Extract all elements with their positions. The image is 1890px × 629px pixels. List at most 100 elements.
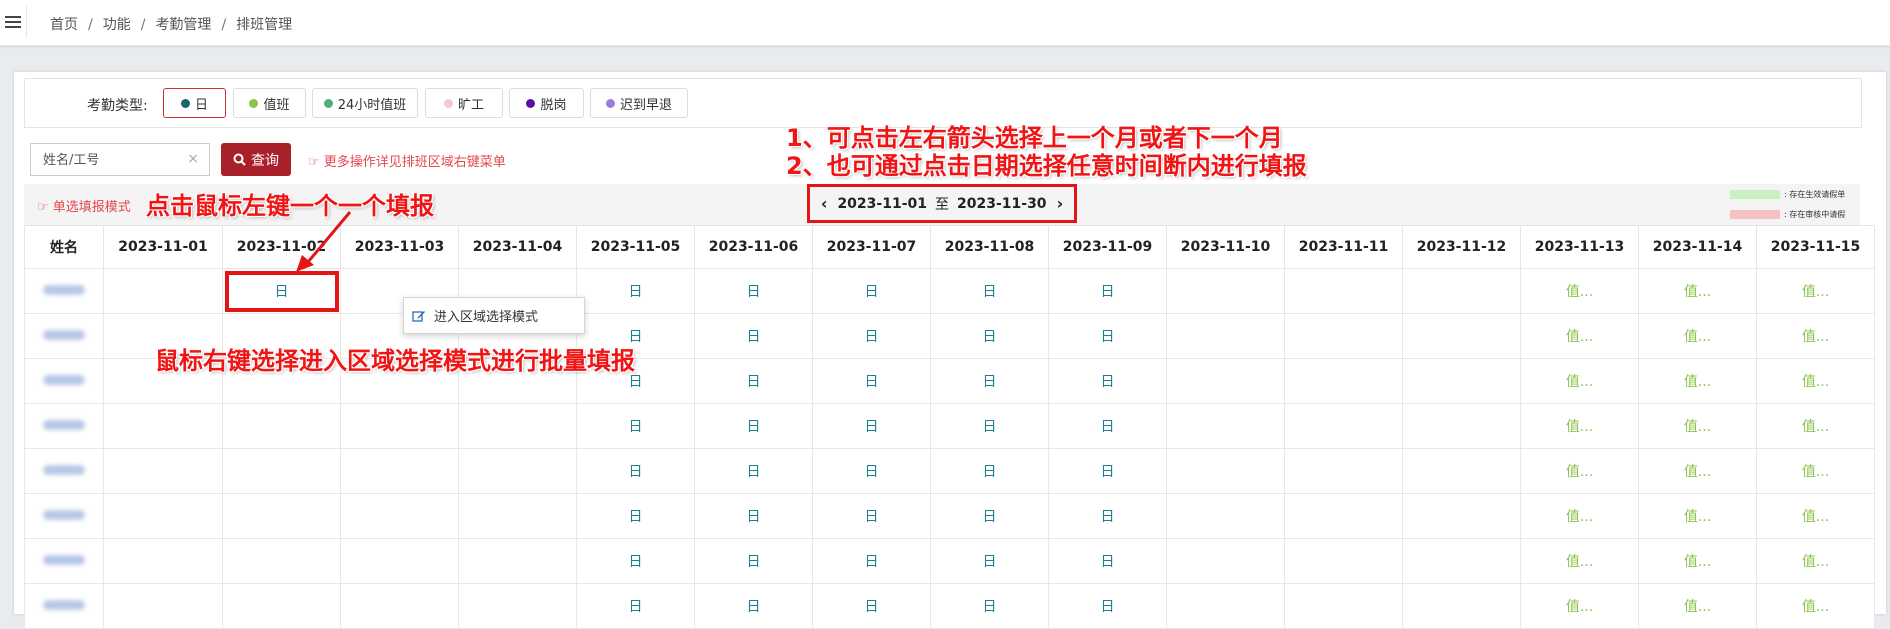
schedule-cell[interactable]: 值... xyxy=(1756,448,1875,494)
schedule-cell[interactable]: 值... xyxy=(1520,403,1639,449)
column-header-date[interactable]: 2023-11-12 xyxy=(1402,225,1521,269)
column-header-date[interactable]: 2023-11-08 xyxy=(930,225,1049,269)
schedule-cell[interactable]: 日 xyxy=(812,583,931,629)
type-button-absent[interactable]: 旷工 xyxy=(425,88,503,118)
schedule-cell[interactable] xyxy=(103,583,223,629)
employee-name-cell[interactable] xyxy=(24,358,104,404)
schedule-cell[interactable]: 日 xyxy=(930,448,1049,494)
search-input[interactable] xyxy=(31,144,185,176)
schedule-cell[interactable]: 值... xyxy=(1520,538,1639,584)
schedule-cell[interactable] xyxy=(458,493,577,539)
schedule-cell[interactable]: 值... xyxy=(1638,538,1757,584)
schedule-cell[interactable]: 值... xyxy=(1756,268,1875,314)
schedule-cell[interactable]: 日 xyxy=(812,313,931,359)
schedule-cell[interactable]: 日 xyxy=(1048,268,1167,314)
schedule-cell[interactable] xyxy=(1166,268,1285,314)
schedule-cell[interactable] xyxy=(103,538,223,584)
column-header-date[interactable]: 2023-11-03 xyxy=(340,225,459,269)
schedule-cell[interactable]: 日 xyxy=(812,493,931,539)
schedule-cell[interactable]: 日 xyxy=(694,403,813,449)
prev-month-icon[interactable]: ‹ xyxy=(811,194,838,213)
schedule-cell[interactable]: 日 xyxy=(1048,403,1167,449)
schedule-cell[interactable]: 值... xyxy=(1520,448,1639,494)
schedule-cell[interactable]: 值... xyxy=(1520,358,1639,404)
schedule-cell[interactable] xyxy=(103,448,223,494)
schedule-cell[interactable]: 值... xyxy=(1756,403,1875,449)
schedule-cell[interactable] xyxy=(1166,583,1285,629)
schedule-cell[interactable]: 日 xyxy=(576,448,695,494)
menu-icon[interactable] xyxy=(0,6,27,38)
schedule-cell[interactable] xyxy=(340,583,459,629)
schedule-cell[interactable] xyxy=(458,403,577,449)
schedule-cell[interactable]: 值... xyxy=(1638,358,1757,404)
schedule-cell[interactable] xyxy=(222,448,341,494)
schedule-cell[interactable]: 日 xyxy=(576,493,695,539)
schedule-cell[interactable]: 日 xyxy=(1048,583,1167,629)
schedule-cell[interactable] xyxy=(1284,448,1403,494)
schedule-cell[interactable]: 日 xyxy=(694,448,813,494)
schedule-cell[interactable] xyxy=(1166,448,1285,494)
schedule-cell[interactable] xyxy=(1402,403,1521,449)
schedule-cell[interactable]: 值... xyxy=(1520,313,1639,359)
employee-name-cell[interactable] xyxy=(24,313,104,359)
schedule-cell[interactable] xyxy=(222,493,341,539)
schedule-cell[interactable]: 日 xyxy=(694,493,813,539)
column-header-date[interactable]: 2023-11-14 xyxy=(1638,225,1757,269)
column-header-date[interactable]: 2023-11-13 xyxy=(1520,225,1639,269)
schedule-cell[interactable] xyxy=(1284,268,1403,314)
column-header-date[interactable]: 2023-11-15 xyxy=(1756,225,1875,269)
schedule-cell[interactable] xyxy=(1402,538,1521,584)
schedule-cell[interactable]: 值... xyxy=(1638,313,1757,359)
schedule-cell[interactable] xyxy=(1402,358,1521,404)
schedule-cell[interactable]: 日 xyxy=(1048,493,1167,539)
search-field[interactable]: × xyxy=(30,143,210,176)
breadcrumb-function[interactable]: 功能 xyxy=(103,17,131,33)
column-header-date[interactable]: 2023-11-07 xyxy=(812,225,931,269)
schedule-cell[interactable]: 日 xyxy=(1048,313,1167,359)
schedule-cell[interactable]: 值... xyxy=(1756,358,1875,404)
schedule-cell[interactable] xyxy=(1166,493,1285,539)
schedule-cell[interactable] xyxy=(1284,493,1403,539)
column-header-date[interactable]: 2023-11-04 xyxy=(458,225,577,269)
schedule-cell[interactable]: 值... xyxy=(1520,583,1639,629)
schedule-cell[interactable]: 值... xyxy=(1520,268,1639,314)
schedule-cell[interactable] xyxy=(458,538,577,584)
schedule-cell[interactable]: 日 xyxy=(812,268,931,314)
schedule-cell[interactable] xyxy=(222,583,341,629)
employee-name-cell[interactable] xyxy=(24,403,104,449)
date-range-end[interactable]: 2023-11-30 xyxy=(957,196,1047,212)
column-header-date[interactable]: 2023-11-01 xyxy=(103,225,223,269)
schedule-cell[interactable]: 日 xyxy=(812,448,931,494)
schedule-cell[interactable]: 日 xyxy=(812,403,931,449)
schedule-cell[interactable]: 值... xyxy=(1638,493,1757,539)
schedule-cell[interactable]: 值... xyxy=(1638,448,1757,494)
schedule-cell[interactable]: 日 xyxy=(694,358,813,404)
schedule-cell[interactable] xyxy=(340,448,459,494)
schedule-cell[interactable]: 值... xyxy=(1756,313,1875,359)
schedule-cell[interactable] xyxy=(1166,358,1285,404)
schedule-cell[interactable]: 日 xyxy=(1048,538,1167,584)
schedule-cell[interactable] xyxy=(1284,403,1403,449)
schedule-cell[interactable] xyxy=(1284,538,1403,584)
schedule-cell[interactable] xyxy=(340,403,459,449)
employee-name-cell[interactable] xyxy=(24,448,104,494)
schedule-cell[interactable]: 日 xyxy=(930,583,1049,629)
employee-name-cell[interactable] xyxy=(24,268,104,314)
schedule-cell[interactable]: 值... xyxy=(1638,583,1757,629)
breadcrumb-home[interactable]: 首页 xyxy=(50,17,78,33)
schedule-cell[interactable]: 日 xyxy=(812,358,931,404)
schedule-cell[interactable]: 日 xyxy=(222,268,341,314)
column-header-date[interactable]: 2023-11-10 xyxy=(1166,225,1285,269)
schedule-cell[interactable] xyxy=(1166,313,1285,359)
schedule-cell[interactable]: 日 xyxy=(576,403,695,449)
schedule-cell[interactable]: 日 xyxy=(930,403,1049,449)
column-header-date[interactable]: 2023-11-11 xyxy=(1284,225,1403,269)
schedule-cell[interactable]: 日 xyxy=(930,493,1049,539)
schedule-cell[interactable] xyxy=(1166,403,1285,449)
schedule-cell[interactable]: 日 xyxy=(1048,448,1167,494)
schedule-cell[interactable]: 日 xyxy=(576,583,695,629)
column-header-date[interactable]: 2023-11-02 xyxy=(222,225,341,269)
schedule-cell[interactable] xyxy=(103,268,223,314)
schedule-cell[interactable]: 日 xyxy=(930,268,1049,314)
clear-icon[interactable]: × xyxy=(187,151,199,167)
